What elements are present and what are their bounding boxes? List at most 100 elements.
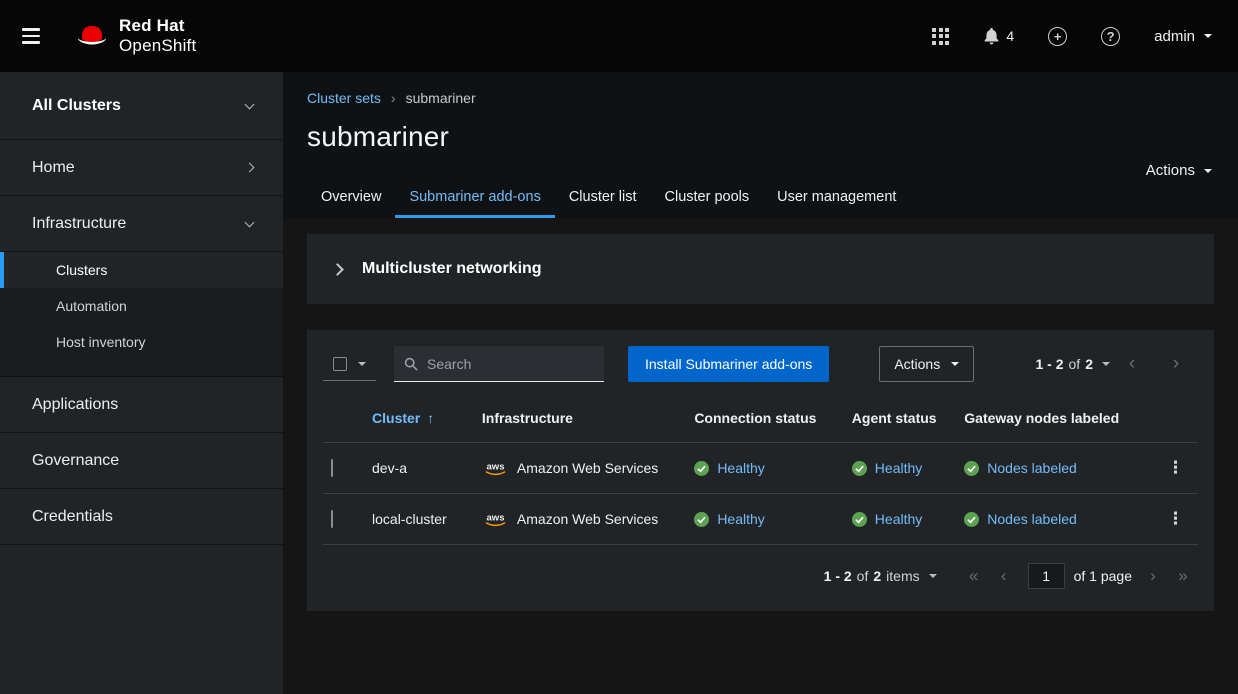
page-actions-label: Actions — [1146, 162, 1195, 179]
page-actions-dropdown[interactable]: Actions — [1146, 162, 1212, 179]
caret-down-icon — [358, 362, 366, 366]
row-checkbox[interactable] — [331, 459, 333, 477]
chevron-down-icon — [245, 217, 255, 227]
gateway-nodes-link[interactable]: Nodes labeled — [987, 511, 1077, 527]
submariner-addons-table: Cluster↑ Infrastructure Connection statu… — [323, 396, 1198, 545]
gateway-nodes-link[interactable]: Nodes labeled — [987, 460, 1077, 476]
agent-status-link[interactable]: Healthy — [875, 511, 922, 527]
user-menu-dropdown[interactable]: admin — [1154, 28, 1212, 45]
bottom-pagination: 1 - 2 of 2 items « ‹ of 1 page › » — [323, 545, 1198, 603]
sidebar-item-governance[interactable]: Governance — [0, 433, 283, 489]
tab-cluster-list[interactable]: Cluster list — [555, 179, 651, 218]
next-page-button[interactable]: › — [1154, 346, 1198, 382]
breadcrumb: Cluster sets › submariner — [307, 90, 1214, 106]
cluster-switcher-label: All Clusters — [32, 97, 121, 115]
page-number-input[interactable] — [1028, 563, 1065, 589]
connection-status-link[interactable]: Healthy — [717, 460, 764, 476]
sort-ascending-icon: ↑ — [427, 410, 434, 426]
cluster-name: local-cluster — [372, 511, 447, 527]
breadcrumb-link-cluster-sets[interactable]: Cluster sets — [307, 90, 381, 106]
agent-status-link[interactable]: Healthy — [875, 460, 922, 476]
tab-cluster-pools[interactable]: Cluster pools — [651, 179, 764, 218]
sidebar-item-label: Host inventory — [56, 334, 145, 350]
import-cluster-button[interactable]: + — [1048, 27, 1067, 46]
search-box — [394, 346, 604, 382]
submariner-addons-card: Install Submariner add-ons Actions 1 - 2… — [307, 330, 1214, 611]
pagination-of-label: of — [1069, 356, 1081, 372]
last-page-button[interactable]: » — [1168, 561, 1198, 591]
chevron-down-icon — [245, 99, 255, 109]
infrastructure-label: Amazon Web Services — [517, 511, 658, 527]
redhat-fedora-icon — [74, 23, 110, 49]
pagination-items-label: items — [886, 568, 919, 584]
masthead-toolbar: 4 + ? admin — [932, 27, 1212, 46]
app-launcher-button[interactable] — [932, 28, 949, 45]
infrastructure-label: Amazon Web Services — [517, 460, 658, 476]
column-header-agent-status: Agent status — [844, 396, 956, 443]
install-submariner-button[interactable]: Install Submariner add-ons — [628, 346, 829, 382]
pagination-range: 1 - 2 — [1036, 356, 1064, 372]
select-all-checkbox[interactable] — [333, 357, 347, 371]
page-title: submariner — [307, 121, 1214, 153]
row-kebab-menu-icon[interactable]: ⋮ — [1161, 509, 1190, 529]
first-page-button[interactable]: « — [959, 561, 989, 591]
sidebar-item-applications[interactable]: Applications — [0, 377, 283, 433]
search-icon — [404, 357, 418, 371]
pagination-options-toggle[interactable]: 1 - 2 of 2 — [1036, 356, 1111, 372]
tab-submariner-addons[interactable]: Submariner add-ons — [395, 179, 554, 218]
check-circle-success-icon — [852, 461, 867, 476]
tab-overview[interactable]: Overview — [307, 179, 395, 218]
caret-down-icon — [1102, 362, 1110, 366]
sidebar-nav: All Clusters Home Infrastructure Cluster… — [0, 72, 283, 694]
sidebar-item-automation[interactable]: Automation — [0, 288, 283, 324]
tab-user-management[interactable]: User management — [763, 179, 910, 218]
pagination-total: 2 — [1085, 356, 1093, 372]
sidebar-item-home[interactable]: Home — [0, 140, 283, 196]
search-input[interactable] — [394, 346, 604, 382]
app-grid-icon — [932, 28, 949, 45]
caret-down-icon — [1204, 34, 1212, 38]
masthead: Red Hat OpenShift 4 + ? admin — [0, 0, 1238, 72]
bulk-select-dropdown[interactable] — [323, 348, 376, 381]
brand-line-2: OpenShift — [119, 36, 196, 56]
page-body: Multicluster networking Install Submarin… — [283, 218, 1238, 635]
notifications-button[interactable]: 4 — [983, 28, 1014, 45]
redhat-openshift-logo[interactable]: Red Hat OpenShift — [74, 16, 196, 55]
row-checkbox[interactable] — [331, 510, 333, 528]
column-header-cluster[interactable]: Cluster ↑ — [364, 396, 474, 443]
column-header-label: Cluster — [372, 410, 420, 426]
question-circle-icon: ? — [1101, 27, 1120, 46]
nav-toggle-hamburger-icon[interactable] — [20, 22, 42, 50]
expandable-section-title: Multicluster networking — [362, 260, 542, 278]
table-row: local-cluster aws Amazon Web Services — [323, 494, 1198, 545]
sidebar-item-clusters[interactable]: Clusters — [0, 252, 283, 288]
multicluster-networking-expandable[interactable]: Multicluster networking — [307, 234, 1214, 304]
page-of-label: of 1 page — [1074, 568, 1132, 584]
connection-status-link[interactable]: Healthy — [717, 511, 764, 527]
check-circle-success-icon — [694, 512, 709, 527]
caret-down-icon — [1204, 169, 1212, 173]
sidebar-item-host-inventory[interactable]: Host inventory — [0, 324, 283, 360]
table-toolbar: Install Submariner add-ons Actions 1 - 2… — [323, 346, 1198, 382]
header-checkbox-cell — [323, 396, 364, 443]
next-page-button[interactable]: › — [1138, 561, 1168, 591]
sidebar-item-infrastructure[interactable]: Infrastructure — [0, 196, 283, 252]
table-actions-label: Actions — [894, 356, 940, 372]
svg-text:aws: aws — [486, 512, 504, 523]
cluster-switcher-dropdown[interactable]: All Clusters — [0, 72, 283, 140]
check-circle-success-icon — [964, 461, 979, 476]
column-header-actions — [1153, 396, 1198, 443]
sidebar-item-credentials[interactable]: Credentials — [0, 489, 283, 545]
row-kebab-menu-icon[interactable]: ⋮ — [1161, 458, 1190, 478]
bell-icon — [983, 28, 1000, 45]
notification-count-badge: 4 — [1006, 28, 1014, 44]
sidebar-item-label: Home — [32, 159, 75, 177]
table-actions-dropdown[interactable]: Actions — [879, 346, 974, 382]
add-circle-icon: + — [1048, 27, 1067, 46]
help-button[interactable]: ? — [1101, 27, 1120, 46]
previous-page-button[interactable]: ‹ — [1110, 346, 1154, 382]
pagination-nav: « ‹ of 1 page › » — [959, 561, 1198, 591]
pagination-options-toggle[interactable]: 1 - 2 of 2 items — [824, 568, 937, 584]
column-header-connection-status: Connection status — [686, 396, 843, 443]
previous-page-button[interactable]: ‹ — [989, 561, 1019, 591]
